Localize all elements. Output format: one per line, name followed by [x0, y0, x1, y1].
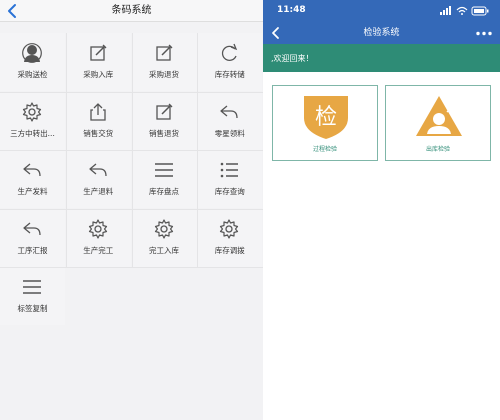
- grid-tile[interactable]: 采购入库: [65, 33, 131, 91]
- gear-icon: [220, 218, 239, 239]
- process-inspection-card[interactable]: 检 过程检验: [272, 85, 378, 161]
- grid-tile[interactable]: 库存调拨: [197, 208, 263, 267]
- grid-tile[interactable]: 销售交货: [65, 91, 131, 150]
- grid-divider: [0, 267, 263, 268]
- user-icon: [22, 43, 42, 63]
- edit-icon: [155, 44, 172, 61]
- page-title: 条码系统: [111, 5, 152, 16]
- inspection-app-panel: 11:48 检验系统 ,欢迎回来！ 检 过程检验 出库检验: [263, 0, 500, 420]
- grid-tile[interactable]: 销售退货: [131, 91, 197, 150]
- grid-tile[interactable]: 库存盘点: [131, 150, 197, 208]
- grid-divider: [0, 91, 263, 93]
- grid-tile[interactable]: 库存查询: [197, 150, 263, 208]
- signal-wifi-battery-icon: [440, 6, 489, 16]
- tile-label: 库存查询: [214, 187, 245, 196]
- top-nav-bar: 条码系统: [0, 0, 263, 22]
- reply-icon: [23, 163, 41, 177]
- card-label: 出库检验: [425, 146, 450, 153]
- tile-label: 工序汇报: [17, 245, 48, 255]
- page-title: 检验系统: [363, 28, 400, 38]
- grid-tile[interactable]: 采购送检: [0, 33, 65, 91]
- gear-icon: [154, 218, 173, 239]
- barcode-app-panel: 条码系统 采购送检 采购入库 采购退货 库存转储三方中转出... 销售交货 销售退货 零星领…: [0, 0, 263, 420]
- grid-divider: [0, 150, 263, 151]
- inspect-shield-icon: 检: [304, 96, 348, 139]
- tile-label: 库存转储: [214, 70, 245, 79]
- reply-icon: [23, 222, 41, 235]
- tile-label: 采购退货: [149, 70, 179, 79]
- more-options-icon[interactable]: [476, 31, 492, 36]
- top-nav-bar: 检验系统: [263, 22, 500, 44]
- tile-label: 生产退料: [83, 187, 114, 196]
- tile-label: 销售退货: [149, 128, 179, 138]
- outbound-inspection-card[interactable]: 出库检验: [385, 85, 491, 161]
- grid-divider: [0, 208, 263, 210]
- edit-icon: [90, 44, 107, 61]
- grid-tile[interactable]: 采购退货: [131, 33, 197, 91]
- grid-tile[interactable]: 完工入库: [131, 208, 197, 267]
- tile-label: 库存调拨: [214, 245, 245, 255]
- tile-label: 零星领料: [214, 128, 245, 138]
- status-bar: 11:48: [263, 0, 500, 22]
- gear-icon: [22, 101, 42, 122]
- list-icon: [220, 162, 239, 178]
- menu-icon: [23, 280, 41, 294]
- tile-label: 采购入库: [83, 70, 114, 79]
- tile-label: 销售交货: [83, 128, 114, 138]
- tile-label: 标签复制: [17, 304, 48, 313]
- welcome-banner: ,欢迎回来！: [263, 44, 500, 72]
- card-label: 过程检验: [312, 146, 337, 153]
- share-icon: [90, 102, 106, 121]
- grid-tile[interactable]: 生产退料: [65, 150, 131, 208]
- tile-label: 采购送检: [17, 70, 48, 79]
- grid-tile[interactable]: 标签复制: [0, 267, 65, 325]
- tile-label: 三方中转出...: [10, 128, 55, 138]
- grid-tile[interactable]: 生产发料: [0, 150, 65, 208]
- reply-icon: [89, 163, 107, 177]
- grid-tile[interactable]: 工序汇报: [0, 208, 65, 267]
- grid-tile[interactable]: 库存转储: [197, 33, 263, 91]
- grid-tile[interactable]: 零星领料: [197, 91, 263, 150]
- grid-tile[interactable]: 三方中转出...: [0, 91, 65, 150]
- edit-icon: [155, 103, 172, 120]
- shield-glyph: 检: [315, 105, 337, 130]
- welcome-text: ,欢迎回来！: [271, 54, 314, 63]
- refresh-icon: [222, 43, 238, 61]
- menu-icon: [154, 163, 173, 177]
- grid-tile[interactable]: 生产完工: [65, 208, 131, 267]
- tile-label: 生产发料: [17, 187, 48, 196]
- warning-person-icon: [416, 96, 462, 136]
- tile-label: 库存盘点: [149, 187, 179, 196]
- status-time: 11:48: [277, 5, 306, 15]
- tile-label: 生产完工: [83, 245, 114, 255]
- reply-icon: [220, 105, 238, 118]
- gear-icon: [88, 218, 107, 239]
- tile-label: 完工入库: [149, 245, 179, 255]
